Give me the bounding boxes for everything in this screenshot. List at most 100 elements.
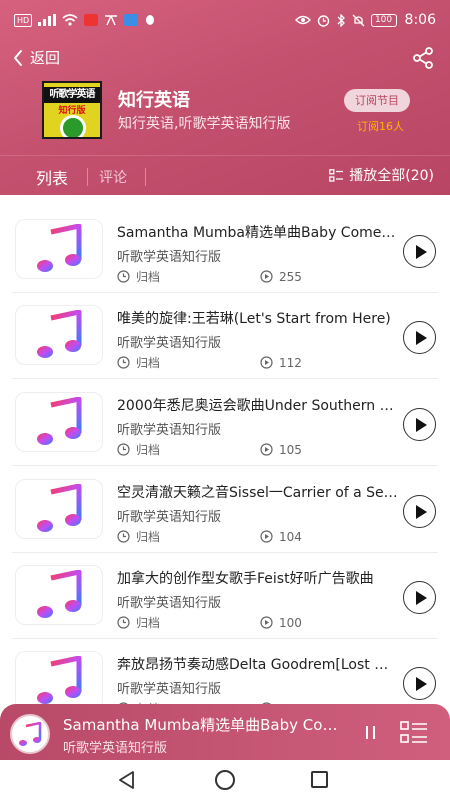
track-play-count: 112 [279, 355, 302, 370]
triangle-back-icon [119, 771, 134, 789]
system-home-button[interactable] [215, 770, 235, 790]
track-artist: 听歌学英语知行版 [117, 250, 222, 265]
track-thumbnail [15, 565, 103, 625]
share-icon [413, 47, 433, 69]
play-button[interactable] [403, 581, 436, 614]
system-back-button[interactable] [117, 770, 137, 794]
track-title: 空灵清澈天籁之音Sissel一Carrier of a Secret [117, 485, 399, 501]
pause-button[interactable] [364, 726, 378, 740]
playlist-button[interactable] [400, 721, 428, 749]
app-notification-icon [84, 14, 99, 26]
program-title: 知行英语 [118, 90, 190, 111]
track-row[interactable]: 空灵清澈天籁之音Sissel一Carrier of a Secret 听歌学英语… [0, 467, 450, 553]
program-header: HD 100 8:06 返回 听歌学英语 知行版 知行英语 知行英语,听歌学英语… [0, 0, 450, 195]
system-nav-bar [0, 760, 450, 800]
bluetooth-icon [337, 13, 345, 27]
track-title: 2000年悉尼奥运会歌曲Under Southern Skies [117, 398, 399, 414]
list-play-icon [329, 168, 344, 182]
track-meta: 归档 100 [117, 614, 302, 631]
track-play-count: 100 [279, 615, 302, 630]
track-artist: 听歌学英语知行版 [117, 682, 222, 697]
track-thumbnail [15, 305, 103, 365]
play-button[interactable] [403, 408, 436, 441]
play-all-label: 播放全部(20) [349, 168, 434, 184]
track-row[interactable]: 唯美的旋律:王若琳(Let's Start from Here) 听歌学英语知行… [0, 293, 450, 379]
track-row[interactable]: Samantha Mumba精选单曲Baby Come On Over 听歌学英… [0, 207, 450, 293]
track-play-count: 105 [279, 442, 302, 457]
track-artist: 听歌学英语知行版 [117, 336, 222, 351]
pause-icon [373, 726, 375, 739]
eye-icon [294, 15, 311, 25]
player-track-title: Samantha Mumba精选单曲Baby Come On Over [63, 716, 348, 734]
status-right: 100 8:06 [294, 12, 436, 28]
back-button[interactable]: 返回 [12, 47, 60, 68]
system-recents-button[interactable] [311, 771, 328, 788]
nav-bar: 返回 [0, 44, 450, 74]
play-button[interactable] [403, 495, 436, 528]
subscriber-count: 订阅16人 [357, 120, 404, 133]
row-divider [12, 465, 438, 466]
track-artist: 听歌学英语知行版 [117, 596, 222, 611]
tab-divider [87, 168, 88, 186]
music-note-icon [37, 570, 82, 618]
play-button[interactable] [403, 321, 436, 354]
track-play-count: 255 [279, 269, 302, 284]
track-artist: 听歌学英语知行版 [117, 423, 222, 438]
track-meta: 归档 104 [117, 528, 302, 545]
music-note-icon [37, 310, 82, 358]
track-thumbnail [15, 479, 103, 539]
clock-icon [117, 616, 130, 629]
subscribe-button[interactable]: 订阅节目 [344, 89, 410, 112]
track-meta: 归档 255 [117, 268, 302, 285]
clock-time: 8:06 [404, 12, 436, 28]
cover-emblem [60, 115, 86, 137]
pause-icon [366, 726, 368, 739]
track-thumbnail [15, 219, 103, 279]
music-note-icon [37, 224, 82, 272]
track-status: 归档 [136, 356, 161, 370]
track-status: 归档 [136, 270, 161, 284]
tab-list[interactable]: 列表 [36, 165, 68, 189]
play-all-button[interactable]: 播放全部(20) [329, 165, 434, 185]
track-row[interactable]: 2000年悉尼奥运会歌曲Under Southern Skies 听歌学英语知行… [0, 380, 450, 466]
mini-player[interactable]: Samantha Mumba精选单曲Baby Come On Over 听歌学英… [0, 704, 450, 760]
clock-icon [117, 443, 130, 456]
music-note-icon [19, 721, 42, 746]
track-status: 归档 [136, 616, 161, 630]
track-row[interactable]: 加拿大的创作型女歌手Feist好听广告歌曲 听歌学英语知行版 归档 100 [0, 553, 450, 639]
translate-icon [105, 15, 118, 26]
track-thumbnail [15, 392, 103, 452]
play-button[interactable] [403, 667, 436, 700]
qq-icon [146, 15, 155, 25]
play-count-icon [260, 443, 273, 456]
track-thumbnail [15, 651, 103, 711]
battery-icon: 100 [370, 13, 397, 27]
tab-comments[interactable]: 评论 [99, 167, 127, 187]
tab-divider [145, 168, 146, 186]
track-meta: 归档 105 [117, 441, 302, 458]
hd-icon: HD [14, 13, 33, 27]
play-count-icon [260, 616, 273, 629]
share-button[interactable] [412, 47, 434, 73]
music-note-icon [37, 656, 82, 704]
row-divider [12, 378, 438, 379]
signal-icon [38, 14, 57, 26]
track-title: 唯美的旋律:王若琳(Let's Start from Here) [117, 311, 391, 327]
alarm-icon [317, 14, 329, 27]
clock-icon [117, 270, 130, 283]
music-note-icon [37, 484, 82, 532]
tab-bar: 列表 评论 播放全部(20) [0, 155, 450, 195]
play-count-icon [260, 356, 273, 369]
cover-title: 听歌学英语 [44, 87, 100, 103]
battery-level: 100 [374, 14, 393, 25]
mute-icon [352, 14, 365, 26]
track-title: Samantha Mumba精选单曲Baby Come On Over [117, 225, 399, 241]
playlist-icon [400, 721, 427, 743]
player-track-artist: 听歌学英语知行版 [63, 741, 168, 756]
status-bar: HD 100 8:06 [14, 8, 436, 32]
track-artist: 听歌学英语知行版 [117, 510, 222, 525]
program-cover: 听歌学英语 知行版 [42, 81, 102, 139]
play-button[interactable] [403, 235, 436, 268]
track-meta: 归档 112 [117, 354, 302, 371]
chevron-left-icon [14, 49, 22, 66]
